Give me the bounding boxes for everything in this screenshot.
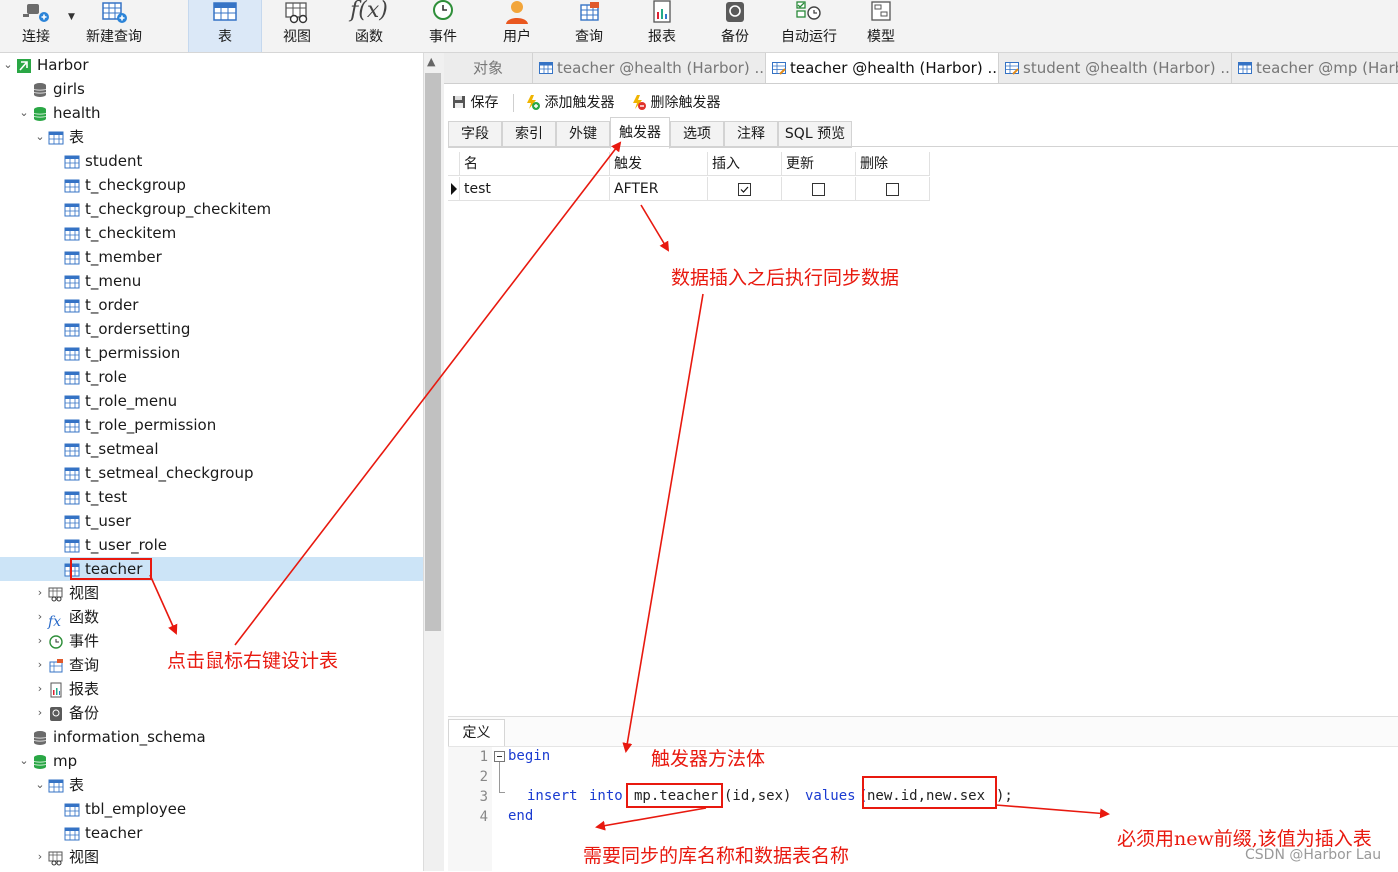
annotation-arrows	[149, 141, 1110, 831]
annotation-after-insert: 数据插入之后执行同步数据	[671, 267, 900, 289]
arrow-table-to-note	[595, 807, 707, 831]
arrow-after-to-note	[640, 204, 670, 252]
arrow-values-to-note	[995, 804, 1110, 819]
annotation-right-click-design: 点击鼠标右键设计表	[167, 650, 339, 672]
annotation-sync-table-name: 需要同步的库名称和数据表名称	[583, 845, 850, 867]
arrow-teacher-to-note	[149, 574, 178, 635]
arrow-note-to-body	[622, 293, 704, 753]
arrow-tree-to-trigger-tab	[234, 141, 622, 646]
annotation-trigger-body: 触发器方法体	[651, 748, 766, 770]
watermark: CSDN @Harbor Lau	[1245, 847, 1382, 863]
